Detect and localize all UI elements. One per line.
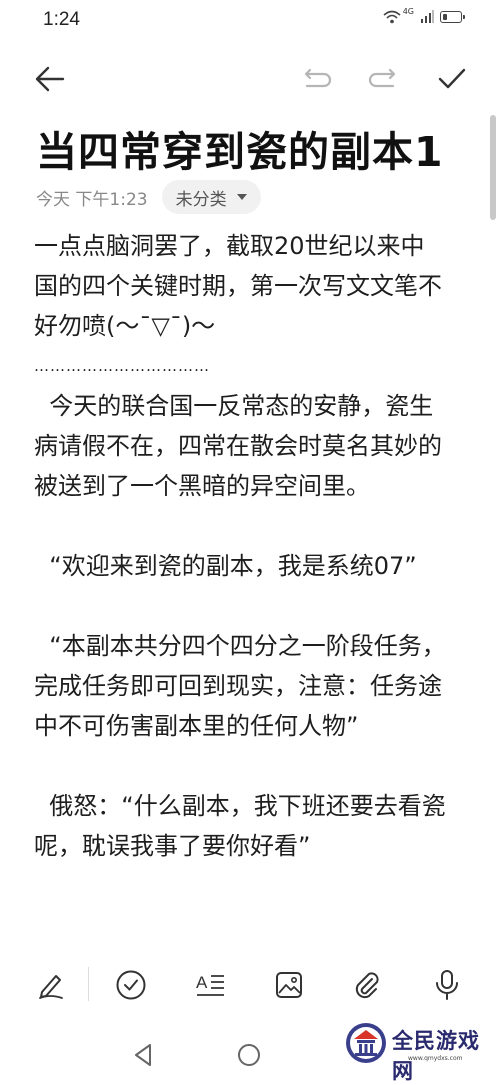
text-format-icon: A	[196, 973, 224, 996]
back-button[interactable]	[26, 52, 74, 106]
body-line: “欢迎来到瓷的副本，我是系统07”	[34, 552, 417, 580]
body-line: 病请假不在，四常在散会时莫名其妙的	[34, 432, 442, 460]
text-format-button[interactable]: A	[186, 955, 236, 1015]
body-line: 中不可伤害副本里的任何人物”	[34, 712, 359, 740]
status-bar: 1:24 4G	[0, 0, 500, 40]
wifi-icon	[383, 10, 401, 24]
note-toolbar	[0, 52, 500, 106]
body-line: ……………………………	[34, 357, 210, 375]
watermark-url: www.qmydxs.com	[408, 1055, 463, 1062]
body-blank-line	[34, 506, 474, 546]
svg-text:A: A	[196, 973, 208, 992]
chevron-down-icon	[236, 194, 247, 200]
signal-icon	[421, 10, 434, 23]
nav-home-icon[interactable]	[238, 1044, 260, 1066]
site-watermark: 全民游戏网 www.qmydxs.com	[340, 1015, 500, 1083]
body-blank-line	[34, 586, 474, 626]
back-arrow-icon	[35, 66, 65, 92]
redo-icon	[368, 68, 396, 88]
microphone-icon	[436, 970, 458, 1000]
body-line: 被送到了一个黑暗的异空间里。	[34, 472, 370, 500]
pen-icon	[39, 975, 63, 999]
category-label: 未分类	[175, 189, 227, 210]
body-blank-line	[34, 746, 474, 786]
toolbar-divider	[88, 967, 89, 1001]
status-icons: 4G	[383, 6, 465, 24]
body-line: 呢，耽误我事了要你好看”	[34, 832, 311, 860]
checklist-icon	[116, 970, 146, 1000]
confirm-button[interactable]	[428, 52, 476, 106]
body-line: 一点点脑洞罢了，截取20世纪以来中	[34, 232, 425, 260]
body-line: 国的四个关键时期，第一次写文文笔不	[34, 272, 442, 300]
redo-button[interactable]	[358, 52, 406, 106]
note-meta: 今天 下午1:23 未分类	[36, 180, 261, 214]
battery-level	[443, 14, 447, 20]
battery-icon	[440, 11, 465, 23]
nav-back-icon[interactable]	[132, 1043, 154, 1067]
voice-input-button[interactable]	[422, 955, 472, 1015]
attachment-button[interactable]	[342, 955, 392, 1015]
note-title[interactable]: 当四常穿到瓷的副本1	[36, 118, 444, 178]
note-body[interactable]: 一点点脑洞罢了，截取20世纪以来中 国的四个关键时期，第一次写文文笔不 好勿喷(…	[34, 226, 474, 866]
checklist-button[interactable]	[106, 955, 156, 1015]
image-icon	[276, 972, 302, 998]
attachment-icon	[355, 972, 379, 999]
bottom-toolbar: A	[0, 955, 500, 1015]
body-line: 俄怒：“什么副本，我下班还要去看瓷	[34, 792, 446, 820]
category-dropdown[interactable]: 未分类	[161, 180, 261, 214]
insert-image-button[interactable]	[264, 955, 314, 1015]
undo-button[interactable]	[294, 52, 342, 106]
check-icon	[438, 68, 466, 89]
body-line: 好勿喷(～ˉ▽ˉ)～	[34, 312, 216, 340]
undo-icon	[304, 68, 332, 88]
body-line: “本副本共分四个四分之一阶段任务，	[34, 632, 446, 660]
watermark-logo	[346, 1023, 386, 1063]
note-date: 今天 下午1:23	[36, 189, 148, 210]
handwriting-button[interactable]	[26, 955, 76, 1015]
scrollbar-thumb[interactable]	[490, 115, 496, 220]
network-type-label: 4G	[402, 6, 414, 16]
body-line: 今天的联合国一反常态的安静，瓷生	[34, 392, 434, 420]
status-time: 1:24	[43, 9, 80, 30]
body-line: 完成任务即可回到现实，注意：任务途	[34, 672, 442, 700]
